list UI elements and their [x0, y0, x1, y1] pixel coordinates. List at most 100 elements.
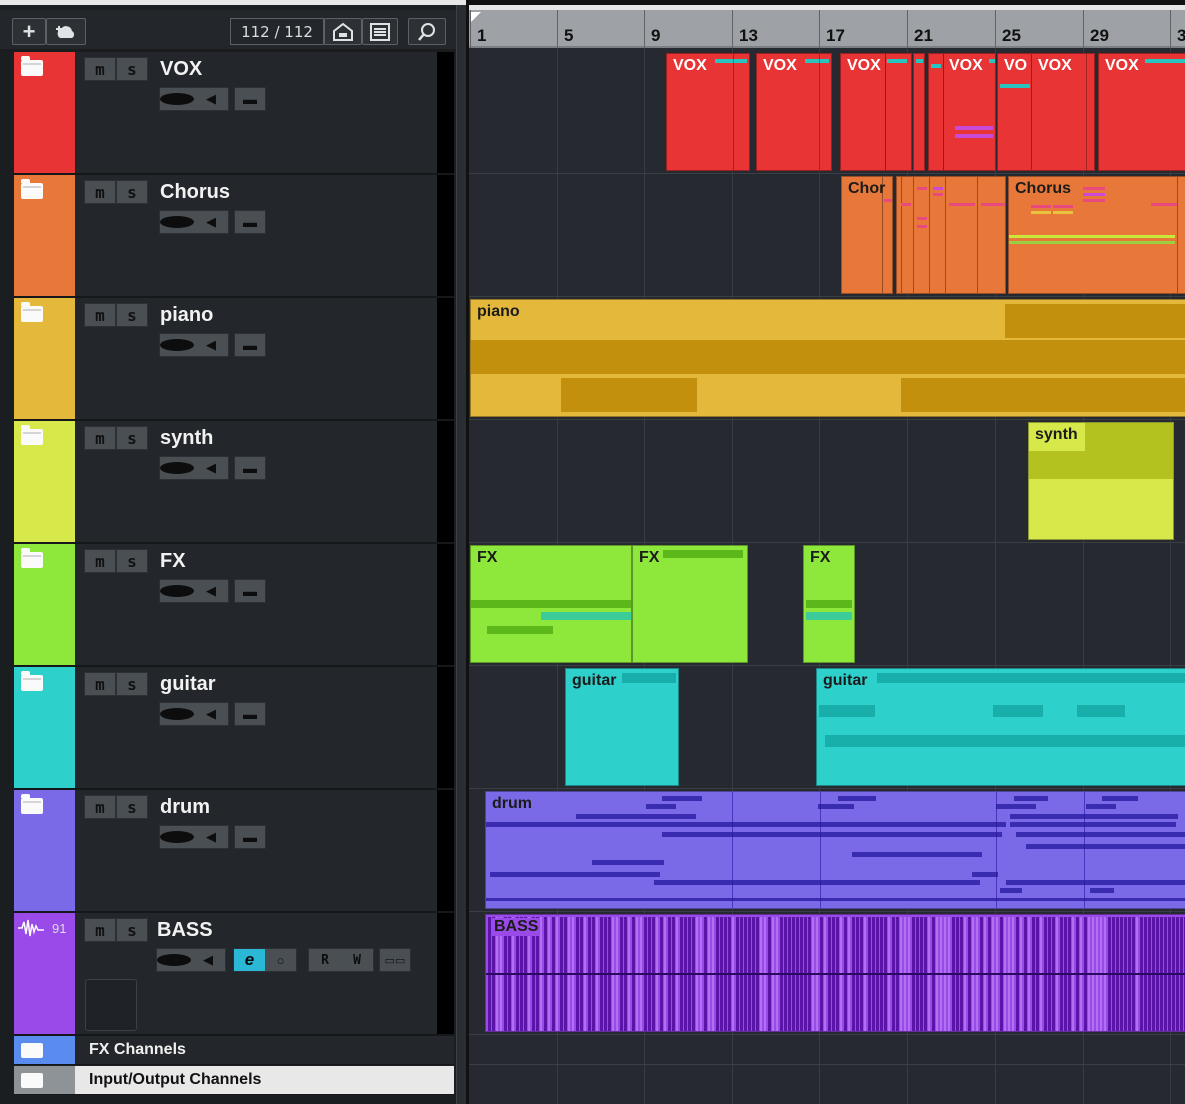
bass-clip[interactable]: BASS: [485, 914, 1185, 1032]
solo-button[interactable]: s: [116, 672, 148, 696]
record-enable-button[interactable]: [160, 88, 194, 110]
monitor-button[interactable]: ◀: [191, 949, 225, 971]
record-enable-button[interactable]: [160, 703, 194, 725]
vox-clip[interactable]: [913, 53, 925, 171]
write-automation-button[interactable]: W: [341, 949, 373, 971]
record-enable-button[interactable]: [160, 457, 194, 479]
vox-clip[interactable]: VOX: [666, 53, 750, 171]
lanes-button[interactable]: ▬: [234, 579, 266, 603]
vox-clip[interactable]: VOX: [840, 53, 912, 171]
track-name[interactable]: BASS: [157, 919, 213, 942]
monitor-button[interactable]: ◀: [194, 703, 228, 725]
guitar-clip[interactable]: guitar: [816, 668, 1185, 786]
fx-clip[interactable]: FX: [632, 545, 748, 663]
track-color-strip[interactable]: [14, 790, 75, 911]
lanes-button[interactable]: ▬: [234, 210, 266, 234]
track-color-strip[interactable]: [14, 298, 75, 419]
record-enable-button[interactable]: [160, 580, 194, 602]
read-automation-button[interactable]: R: [309, 949, 341, 971]
solo-button[interactable]: s: [116, 57, 148, 81]
fx-clip[interactable]: FX: [803, 545, 855, 663]
search-tracks-button[interactable]: [408, 18, 446, 45]
track-row-chorus[interactable]: ms Chorus ◀ ▬: [14, 175, 454, 298]
track-color-strip[interactable]: [14, 421, 75, 542]
track-name[interactable]: FX: [160, 550, 186, 573]
track-name[interactable]: synth: [160, 427, 213, 450]
monitor-button[interactable]: ◀: [194, 580, 228, 602]
solo-button[interactable]: s: [116, 795, 148, 819]
track-row-synth[interactable]: ms synth ◀ ▬: [14, 421, 454, 544]
mute-button[interactable]: m: [84, 549, 116, 573]
monitor-button[interactable]: ◀: [194, 211, 228, 233]
piano-clip[interactable]: piano: [470, 299, 1185, 417]
track-color-strip[interactable]: [14, 52, 75, 173]
mute-button[interactable]: m: [84, 180, 116, 204]
mute-button[interactable]: m: [84, 303, 116, 327]
fx-clip[interactable]: FX: [470, 545, 632, 663]
solo-button[interactable]: s: [116, 303, 148, 327]
record-enable-button[interactable]: [157, 949, 191, 971]
track-layout-button[interactable]: ▭▭: [379, 948, 411, 972]
track-row-bass[interactable]: 91 ms BASS ◀ e ○ R W ▭▭: [14, 913, 454, 1036]
track-row-drum[interactable]: ms drum ◀ ▬: [14, 790, 454, 913]
mute-button[interactable]: m: [84, 426, 116, 450]
track-visibility-button[interactable]: [324, 18, 362, 45]
add-track-button[interactable]: +: [12, 18, 46, 45]
track-name[interactable]: piano: [160, 304, 213, 327]
track-name[interactable]: drum: [160, 796, 210, 819]
monitor-button[interactable]: ◀: [194, 88, 228, 110]
chorus-clip[interactable]: Chor: [841, 176, 893, 294]
track-name[interactable]: VOX: [160, 58, 202, 81]
track-color-strip[interactable]: [14, 544, 75, 665]
drum-clip[interactable]: drum: [485, 791, 1185, 909]
channel-settings-button[interactable]: ○: [265, 949, 296, 971]
vox-clip[interactable]: VOX: [928, 53, 996, 171]
guitar-clip[interactable]: guitar: [565, 668, 679, 786]
lanes-button[interactable]: ▬: [234, 456, 266, 480]
monitor-button[interactable]: ◀: [194, 334, 228, 356]
add-from-cloud-button[interactable]: [46, 18, 86, 45]
vox-clip[interactable]: VOX: [756, 53, 832, 171]
monitor-button[interactable]: ◀: [194, 826, 228, 848]
lanes-button[interactable]: ▬: [234, 87, 266, 111]
track-row-vox[interactable]: ms VOX ◀ ▬: [14, 52, 454, 175]
io-channels-folder[interactable]: Input/Output Channels: [14, 1066, 454, 1095]
record-enable-button[interactable]: [160, 334, 194, 356]
chorus-clip[interactable]: Chorus: [1008, 176, 1185, 294]
track-color-strip[interactable]: 91: [14, 913, 75, 1034]
track-color-strip[interactable]: [14, 175, 75, 296]
lanes-button[interactable]: ▬: [234, 825, 266, 849]
mute-button[interactable]: m: [84, 918, 116, 942]
vox-clip[interactable]: VO: [997, 53, 1033, 171]
vox-clip[interactable]: VOX: [1098, 53, 1185, 171]
record-enable-button[interactable]: [160, 826, 194, 848]
panel-divider[interactable]: [456, 5, 466, 1104]
mute-button[interactable]: m: [84, 57, 116, 81]
track-row-piano[interactable]: ms piano ◀ ▬: [14, 298, 454, 421]
track-picture-slot[interactable]: [85, 979, 137, 1031]
solo-button[interactable]: s: [116, 549, 148, 573]
mute-button[interactable]: m: [84, 672, 116, 696]
mute-button[interactable]: m: [84, 795, 116, 819]
fx-channels-folder[interactable]: FX Channels: [14, 1036, 454, 1065]
lanes-button[interactable]: ▬: [234, 702, 266, 726]
track-row-fx[interactable]: ms FX ◀ ▬: [14, 544, 454, 667]
track-list-menu-button[interactable]: [362, 18, 398, 45]
monitor-button[interactable]: ◀: [194, 457, 228, 479]
track-color-strip[interactable]: [14, 667, 75, 788]
synth-clip[interactable]: synth: [1028, 422, 1174, 540]
bar-ruler[interactable]: 1 5 9 13 17 21 25 29 3: [469, 10, 1185, 48]
solo-button[interactable]: s: [116, 426, 148, 450]
solo-button[interactable]: s: [116, 918, 148, 942]
edit-instrument-button[interactable]: e: [234, 949, 265, 971]
track-name[interactable]: guitar: [160, 673, 216, 696]
vox-clip[interactable]: VOX: [1031, 53, 1095, 171]
lanes-button[interactable]: ▬: [234, 333, 266, 357]
chorus-clip[interactable]: [896, 176, 1006, 294]
track-name[interactable]: Chorus: [160, 181, 230, 204]
event-display[interactable]: 1 5 9 13 17 21 25 29 3 VOX: [469, 5, 1185, 1104]
record-enable-button[interactable]: [160, 211, 194, 233]
empty-lane-area[interactable]: [469, 1065, 1185, 1104]
solo-button[interactable]: s: [116, 180, 148, 204]
track-row-guitar[interactable]: ms guitar ◀ ▬: [14, 667, 454, 790]
